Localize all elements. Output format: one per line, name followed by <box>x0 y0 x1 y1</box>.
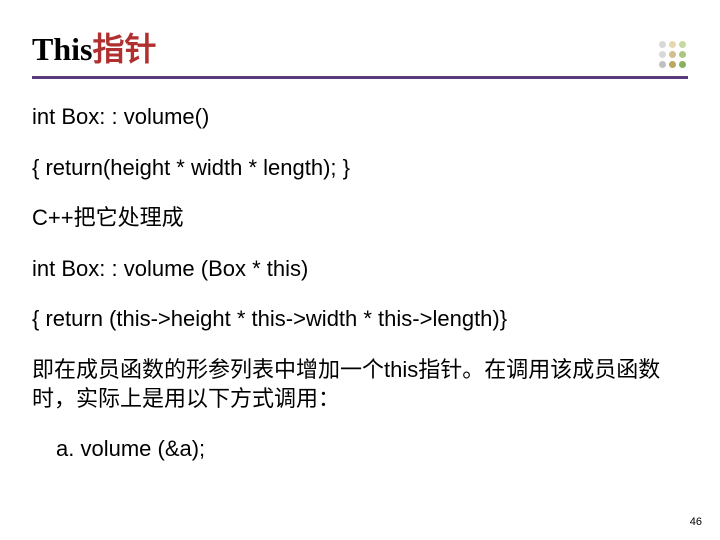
code-line: int Box: : volume() <box>32 103 688 132</box>
title-this: This <box>32 31 92 67</box>
title-cn: 指针 <box>92 31 156 67</box>
dot-icon <box>679 41 686 48</box>
dot-icon <box>659 61 666 68</box>
dot-row <box>659 61 686 68</box>
text-line: C++把它处理成 <box>32 204 688 233</box>
dot-icon <box>669 51 676 58</box>
code-line: { return(height * width * length); } <box>32 154 688 183</box>
dot-icon <box>669 61 676 68</box>
dot-icon <box>659 41 666 48</box>
content-body: int Box: : volume() { return(height * wi… <box>32 103 688 464</box>
dot-icon <box>679 61 686 68</box>
decoration-dots <box>659 41 686 68</box>
code-line: a. volume (&a); <box>32 435 688 464</box>
code-line: { return (this->height * this->width * t… <box>32 305 688 334</box>
title-row: This指针 <box>32 24 688 79</box>
dot-icon <box>659 51 666 58</box>
slide-container: This指针 int Box: : volume() { return(heig… <box>0 0 720 464</box>
dot-icon <box>679 51 686 58</box>
code-line: int Box: : volume (Box * this) <box>32 255 688 284</box>
dot-icon <box>669 41 676 48</box>
slide-title: This指针 <box>32 24 157 70</box>
dot-row <box>659 51 686 58</box>
dot-row <box>659 41 686 48</box>
page-number: 46 <box>690 516 702 528</box>
text-line: 即在成员函数的形参列表中增加一个this指针。在调用该成员函数时，实际上是用以下… <box>32 356 688 413</box>
